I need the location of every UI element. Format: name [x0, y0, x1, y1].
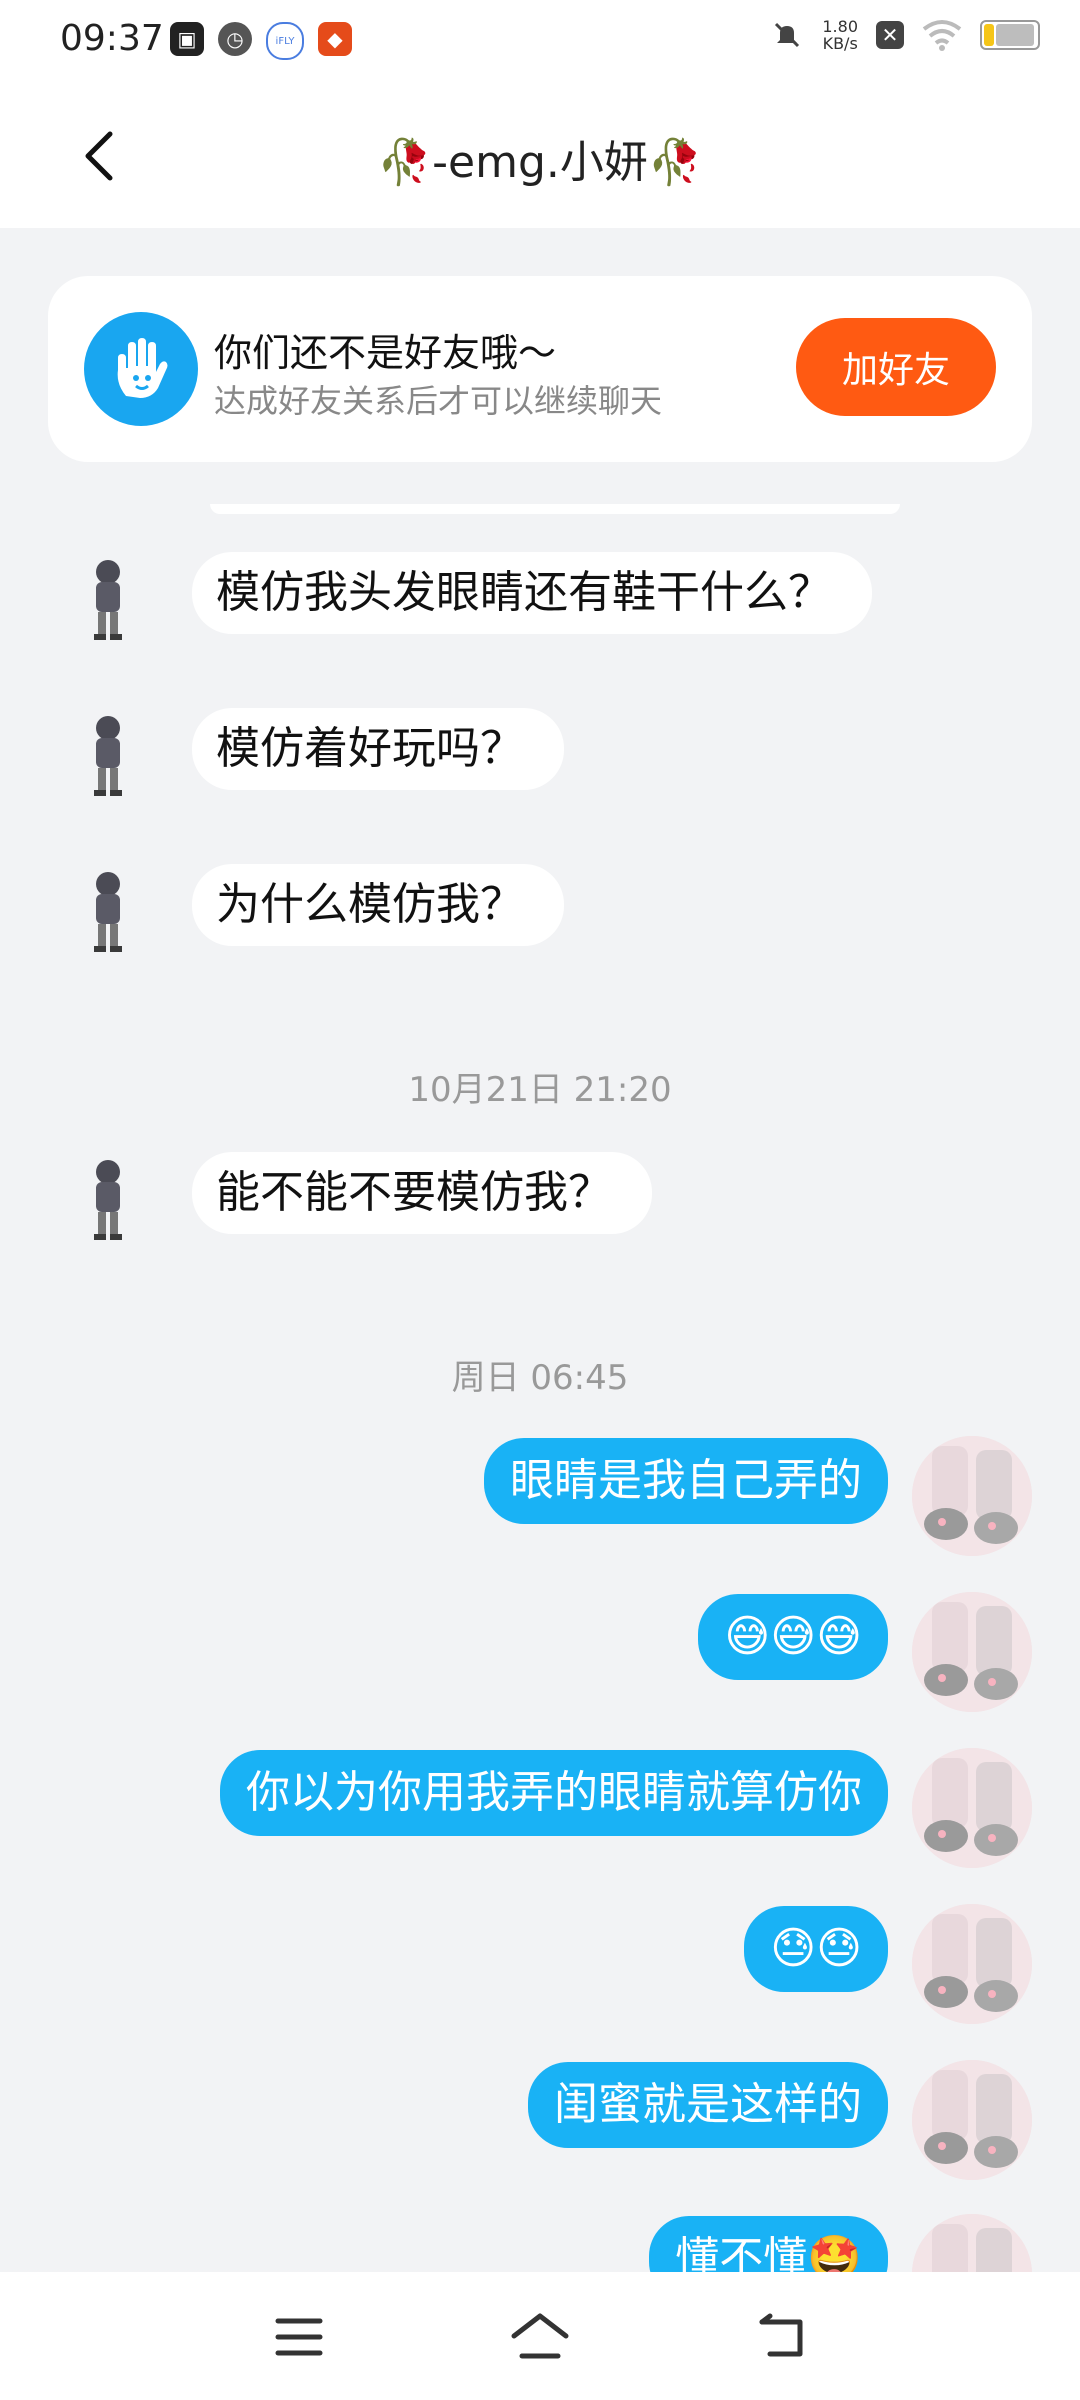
- home-icon: [511, 2313, 569, 2359]
- hand-icon: [84, 312, 198, 426]
- back-nav-button[interactable]: [746, 2302, 816, 2372]
- ifly-icon: iFLY: [266, 22, 304, 60]
- contact-avatar[interactable]: [58, 1150, 158, 1250]
- chat-title: 🥀-emg.小妍🥀: [377, 137, 703, 188]
- contact-avatar[interactable]: [58, 862, 158, 962]
- add-friend-button[interactable]: 加好友: [796, 318, 996, 416]
- net-speed-value: 1.80: [822, 17, 858, 36]
- my-avatar[interactable]: [912, 1748, 1032, 1868]
- message-bubble-sent[interactable]: 你以为你用我弄的眼睛就算仿你: [220, 1750, 888, 1836]
- message-bubble-received[interactable]: 模仿着好玩吗？: [192, 708, 564, 790]
- status-bar: 09:37 ▣ ◷ iFLY ◆ 1.80 KB/s ✕: [0, 0, 1080, 82]
- red-app-icon: ◆: [318, 22, 352, 56]
- back-icon: [759, 2313, 803, 2357]
- message-bubble-received[interactable]: 模仿我头发眼睛还有鞋干什么？: [192, 552, 872, 634]
- wifi-icon: [922, 20, 962, 51]
- system-nav-bar: [0, 2272, 1080, 2400]
- notification-icons: ▣ ◷ iFLY ◆: [170, 22, 352, 60]
- banner-subtitle: 达成好友关系后才可以继续聊天: [214, 382, 663, 420]
- message-bubble-received[interactable]: 能不能不要模仿我？: [192, 1152, 652, 1234]
- message-bubble-sent[interactable]: 眼睛是我自己弄的: [484, 1438, 888, 1524]
- previous-bubble-edge: [210, 504, 900, 514]
- net-speed: 1.80 KB/s: [822, 18, 858, 52]
- status-time: 09:37: [60, 18, 164, 59]
- message-bubble-sent[interactable]: 😅😅😅: [698, 1594, 888, 1680]
- timestamp: 10月21日 21:20: [408, 1070, 672, 1110]
- close-box-icon: ✕: [876, 21, 904, 49]
- message-bubble-received[interactable]: 为什么模仿我？: [192, 864, 564, 946]
- message-bubble-sent[interactable]: 😓😓: [744, 1906, 888, 1992]
- net-speed-unit: KB/s: [822, 34, 858, 53]
- mute-icon: [775, 22, 800, 48]
- home-button[interactable]: [505, 2302, 575, 2372]
- menu-button[interactable]: [264, 2302, 334, 2372]
- my-avatar[interactable]: [912, 2060, 1032, 2180]
- timestamp: 周日 06:45: [451, 1358, 629, 1398]
- add-friend-banner: 你们还不是好友哦～ 达成好友关系后才可以继续聊天 加好友: [48, 276, 1032, 462]
- message-bubble-sent[interactable]: 闺蜜就是这样的: [528, 2062, 888, 2148]
- my-avatar[interactable]: [912, 1904, 1032, 2024]
- app-icon-1: ▣: [170, 22, 204, 56]
- menu-icon: [275, 2318, 323, 2356]
- clock-app-icon: ◷: [218, 22, 252, 56]
- banner-title: 你们还不是好友哦～: [214, 331, 557, 375]
- my-avatar[interactable]: [912, 1436, 1032, 1556]
- status-right: 1.80 KB/s ✕: [770, 18, 1040, 52]
- my-avatar[interactable]: [912, 1592, 1032, 1712]
- battery-icon: [980, 20, 1040, 50]
- contact-avatar[interactable]: [58, 706, 158, 806]
- chat-header: 🥀-emg.小妍🥀: [0, 82, 1080, 228]
- contact-avatar[interactable]: [58, 550, 158, 650]
